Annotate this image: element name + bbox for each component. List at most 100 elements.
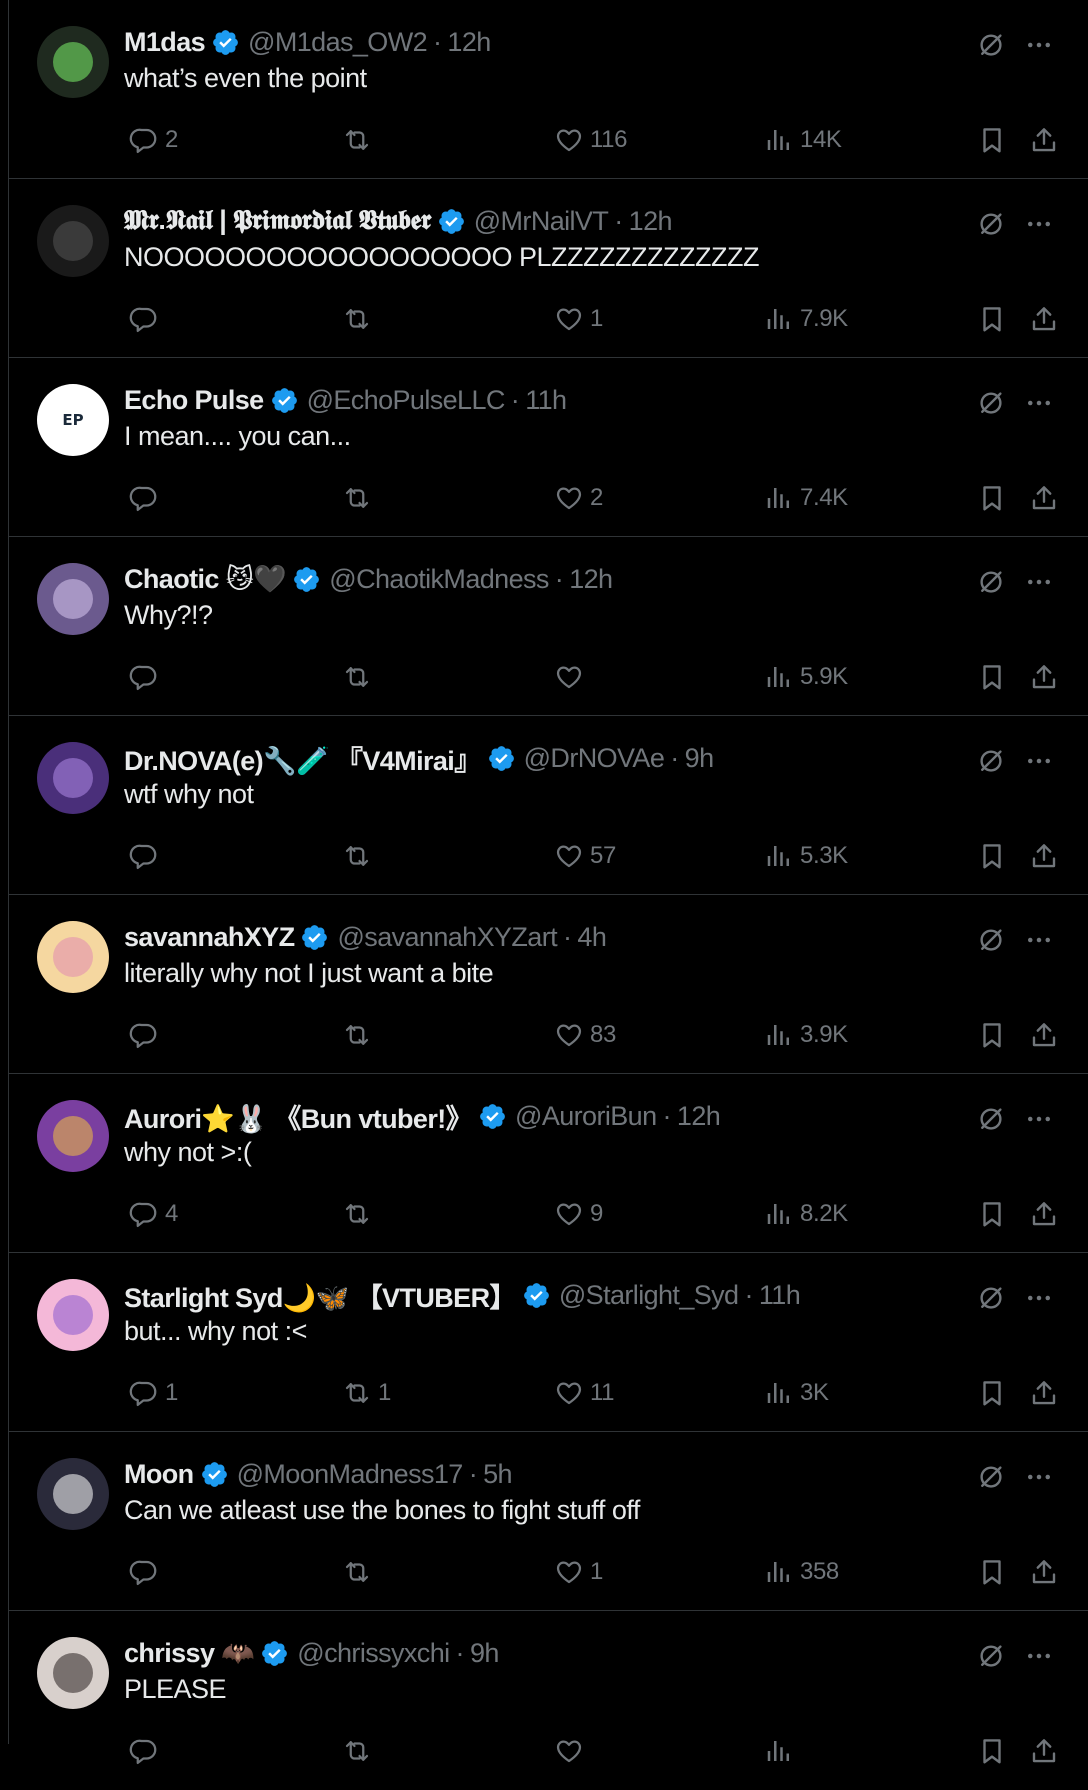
avatar[interactable] (37, 1637, 109, 1709)
views-button[interactable]: 5.9K (764, 659, 848, 695)
user-handle[interactable]: @savannahXYZart (337, 922, 557, 953)
user-handle[interactable]: @AuroriBun (515, 1101, 657, 1132)
bookmark-button[interactable] (977, 838, 1007, 874)
user-handle[interactable]: @chrissyxchi (297, 1638, 450, 1669)
verified-badge-icon[interactable] (300, 923, 329, 952)
views-button[interactable]: 358 (764, 1554, 839, 1590)
like-button[interactable]: 1 (554, 1554, 603, 1590)
timestamp[interactable]: 11h (759, 1280, 801, 1311)
bookmark-button[interactable] (977, 1375, 1007, 1411)
display-name[interactable]: savannahXYZ (124, 922, 295, 953)
reply-button[interactable] (129, 659, 165, 695)
display-name[interactable]: 𝕸𝖗.𝕹𝖆𝖎𝖑 | 𝕻𝖗𝖎𝖒𝖔𝖗𝖉𝖎𝖆𝖑 𝖁𝖙𝖚𝖇𝖊𝖗 (124, 205, 431, 237)
grok-icon[interactable] (974, 1460, 1008, 1494)
views-button[interactable]: 8.2K (764, 1196, 848, 1232)
verified-badge-icon[interactable] (487, 744, 516, 773)
avatar[interactable] (37, 26, 109, 98)
more-icon[interactable] (1022, 923, 1056, 957)
more-icon[interactable] (1022, 565, 1056, 599)
reply-button[interactable] (129, 1554, 165, 1590)
like-button[interactable]: 2 (554, 480, 603, 516)
display-name[interactable]: Starlight Syd🌙🦋 【VTUBER】 (124, 1276, 516, 1315)
timestamp[interactable]: 12h (569, 564, 613, 595)
share-button[interactable] (1029, 659, 1059, 695)
grok-icon[interactable] (974, 386, 1008, 420)
timestamp[interactable]: 12h (447, 27, 491, 58)
retweet-button[interactable] (342, 122, 378, 158)
retweet-button[interactable] (342, 480, 378, 516)
more-icon[interactable] (1022, 744, 1056, 778)
user-handle[interactable]: @MrNailVT (474, 206, 609, 237)
tweet[interactable]: EP Echo Pulse @EchoPulseLLC · 11h I mean… (9, 358, 1088, 537)
more-icon[interactable] (1022, 1102, 1056, 1136)
grok-icon[interactable] (974, 565, 1008, 599)
timestamp[interactable]: 9h (685, 743, 714, 774)
more-icon[interactable] (1022, 1639, 1056, 1673)
views-button[interactable]: 7.9K (764, 301, 848, 337)
user-handle[interactable]: @MoonMadness17 (237, 1459, 464, 1490)
verified-badge-icon[interactable] (478, 1102, 507, 1131)
more-icon[interactable] (1022, 1281, 1056, 1315)
tweet[interactable]: Chaotic 😼🖤 @ChaotikMadness · 12h Why?!? (9, 537, 1088, 716)
user-handle[interactable]: @EchoPulseLLC (307, 385, 506, 416)
bookmark-button[interactable] (977, 480, 1007, 516)
user-handle[interactable]: @M1das_OW2 (248, 27, 428, 58)
avatar[interactable] (37, 921, 109, 993)
tweet[interactable]: savannahXYZ @savannahXYZart · 4h literal… (9, 895, 1088, 1074)
avatar[interactable] (37, 742, 109, 814)
retweet-button[interactable] (342, 659, 378, 695)
verified-badge-icon[interactable] (437, 207, 466, 236)
bookmark-button[interactable] (977, 122, 1007, 158)
timestamp[interactable]: 12h (629, 206, 673, 237)
verified-badge-icon[interactable] (211, 28, 240, 57)
verified-badge-icon[interactable] (200, 1460, 229, 1489)
more-icon[interactable] (1022, 28, 1056, 62)
timestamp[interactable]: 12h (677, 1101, 721, 1132)
share-button[interactable] (1029, 301, 1059, 337)
avatar[interactable] (37, 205, 109, 277)
tweet[interactable]: Starlight Syd🌙🦋 【VTUBER】 @Starlight_Syd … (9, 1253, 1088, 1432)
retweet-button[interactable] (342, 1554, 378, 1590)
views-button[interactable]: 14K (764, 122, 842, 158)
tweet[interactable]: Aurori⭐🐰 《Bun vtuber!》 @AuroriBun · 12h … (9, 1074, 1088, 1253)
reply-button[interactable]: 1 (129, 1375, 178, 1411)
share-button[interactable] (1029, 1196, 1059, 1232)
share-button[interactable] (1029, 838, 1059, 874)
grok-icon[interactable] (974, 28, 1008, 62)
display-name[interactable]: Moon (124, 1459, 194, 1490)
timestamp[interactable]: 5h (483, 1459, 512, 1490)
display-name[interactable]: M1das (124, 27, 206, 58)
views-button[interactable] (764, 1733, 800, 1769)
tweet[interactable]: 𝕸𝖗.𝕹𝖆𝖎𝖑 | 𝕻𝖗𝖎𝖒𝖔𝖗𝖉𝖎𝖆𝖑 𝖁𝖙𝖚𝖇𝖊𝖗 @MrNailVT · … (9, 179, 1088, 358)
display-name[interactable]: chrissy 🦇 (124, 1637, 255, 1669)
reply-button[interactable]: 2 (129, 122, 178, 158)
display-name[interactable]: Aurori⭐🐰 《Bun vtuber!》 (124, 1097, 473, 1136)
share-button[interactable] (1029, 480, 1059, 516)
reply-button[interactable] (129, 838, 165, 874)
reply-button[interactable] (129, 1017, 165, 1053)
like-button[interactable]: 57 (554, 838, 616, 874)
display-name[interactable]: Dr.NOVA(e)🔧🧪 『V4Mirai』 (124, 739, 481, 778)
tweet[interactable]: Dr.NOVA(e)🔧🧪 『V4Mirai』 @DrNOVAe · 9h wtf… (9, 716, 1088, 895)
share-button[interactable] (1029, 1733, 1059, 1769)
share-button[interactable] (1029, 1017, 1059, 1053)
like-button[interactable]: 11 (554, 1375, 615, 1411)
avatar[interactable] (37, 1100, 109, 1172)
like-button[interactable]: 83 (554, 1017, 616, 1053)
share-button[interactable] (1029, 1554, 1059, 1590)
grok-icon[interactable] (974, 744, 1008, 778)
avatar[interactable] (37, 1458, 109, 1530)
like-button[interactable]: 9 (554, 1196, 603, 1232)
avatar[interactable]: EP (37, 384, 109, 456)
reply-button[interactable]: 4 (129, 1196, 178, 1232)
bookmark-button[interactable] (977, 301, 1007, 337)
grok-icon[interactable] (974, 1102, 1008, 1136)
user-handle[interactable]: @DrNOVAe (524, 743, 665, 774)
grok-icon[interactable] (974, 1281, 1008, 1315)
avatar[interactable] (37, 1279, 109, 1351)
bookmark-button[interactable] (977, 1017, 1007, 1053)
grok-icon[interactable] (974, 923, 1008, 957)
display-name[interactable]: Chaotic 😼🖤 (124, 563, 287, 595)
grok-icon[interactable] (974, 207, 1008, 241)
retweet-button[interactable] (342, 1196, 378, 1232)
